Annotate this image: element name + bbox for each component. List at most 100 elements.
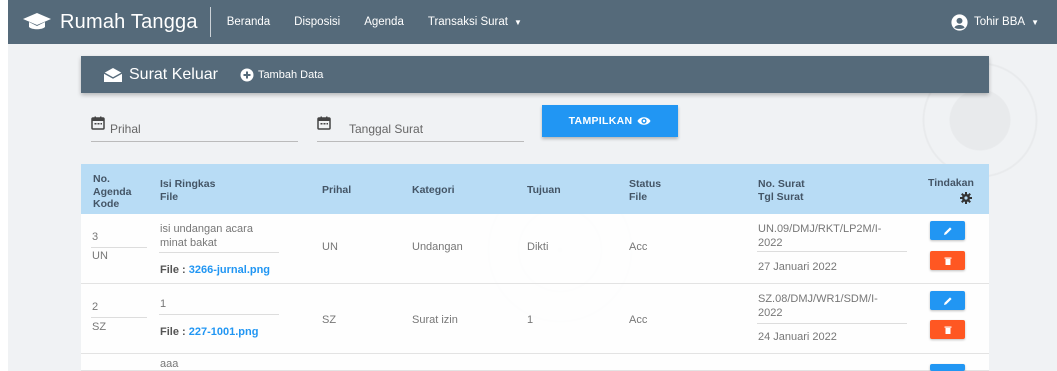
th-isi-ringkas: Isi Ringkas File <box>160 178 215 203</box>
cell-no-surat-line: 2022 <box>758 236 783 249</box>
user-name: Tohir BBA <box>973 16 1026 28</box>
cell-kategori: Surat izin <box>412 314 458 326</box>
cell-no-surat: SZ.08/DMJ/WR1/SDM/I- 2022 <box>758 293 878 320</box>
edit-button[interactable] <box>930 221 965 240</box>
nav-item-agenda[interactable]: Agenda <box>364 16 404 28</box>
nav-item-beranda[interactable]: Beranda <box>227 16 270 28</box>
top-navbar: Rumah Tangga Beranda Disposisi Agenda Tr… <box>8 0 1057 44</box>
cell-tujuan: 1 <box>527 314 534 326</box>
th-text: No. Surat <box>758 178 805 190</box>
file-info: File : 3266-jurnal.png <box>160 264 270 276</box>
th-prihal: Prihal <box>322 184 352 196</box>
cell-separator <box>91 247 147 248</box>
cell-isi: aaa <box>160 358 179 370</box>
th-no-agenda: No. Agenda Kode <box>93 173 132 211</box>
edit-button[interactable] <box>930 291 965 310</box>
pencil-icon <box>943 296 952 305</box>
cell-tgl-surat: 27 Januari 2022 <box>758 261 837 273</box>
cell-no: 3 <box>92 231 99 243</box>
file-label: File : <box>160 326 189 338</box>
cell-kode: SZ <box>92 321 107 333</box>
delete-button[interactable] <box>930 251 965 270</box>
cell-separator <box>757 323 907 324</box>
brand[interactable]: Rumah Tangga <box>8 0 198 44</box>
file-label: File : <box>160 264 189 276</box>
user-menu[interactable]: Tohir BBA ▼ <box>951 0 1039 44</box>
cell-kode: UN <box>92 250 108 262</box>
th-kategori: Kategori <box>412 184 455 196</box>
th-text: File <box>629 190 648 203</box>
nav-label: Disposisi <box>294 16 341 28</box>
cell-isi-line: isi undangan acara <box>160 223 253 235</box>
th-text: No. <box>93 173 110 185</box>
cell-no-surat: UN.09/DMJ/RKT/LP2M/I- 2022 <box>758 223 881 250</box>
caret-down-icon: ▼ <box>513 17 522 27</box>
prihal-placeholder: Prihal <box>110 122 141 136</box>
cell-separator <box>91 317 147 318</box>
cell-status: Acc <box>629 314 648 326</box>
plus-circle-icon <box>240 68 254 81</box>
table-row: 3 UN isi undangan acara minat bakat File… <box>81 214 989 284</box>
file-link[interactable]: 3266-jurnal.png <box>189 264 270 276</box>
panel-header: Surat Keluar Tambah Data <box>81 56 989 93</box>
th-status-file: Status File <box>629 178 661 203</box>
th-text: Kode <box>93 198 120 210</box>
th-text: File <box>160 190 179 203</box>
cell-no-surat-line: SZ.08/DMJ/WR1/SDM/I- <box>758 293 878 305</box>
th-text: Tgl Surat <box>758 190 804 203</box>
cell-isi: 1 <box>160 298 167 310</box>
cell-tgl-surat: 24 Januari 2022 <box>758 331 837 343</box>
cell-isi: isi undangan acara minat bakat <box>160 223 253 250</box>
trash-icon <box>944 257 951 265</box>
add-data-label: Tambah Data <box>257 68 324 81</box>
th-text: Isi Ringkas <box>160 178 216 190</box>
table-row: 2 SZ 1 File : 227-1001.png SZ Surat izin… <box>81 284 989 354</box>
cell-separator <box>159 314 279 315</box>
file-link[interactable]: 227-1001.png <box>189 326 259 338</box>
page-title: Surat Keluar <box>129 65 218 83</box>
th-tindakan: Tindakan <box>928 177 974 189</box>
table-header: No. Agenda Kode Isi Ringkas File Prihal … <box>81 164 989 214</box>
tanggal-surat-field[interactable]: Tanggal Surat <box>317 114 524 142</box>
pencil-icon <box>943 226 952 235</box>
th-no-surat: No. Surat Tgl Surat <box>758 178 805 203</box>
file-info: File : 227-1001.png <box>160 326 258 338</box>
cell-no-surat-line: 2022 <box>758 306 783 319</box>
cell-tujuan: Dikti <box>527 241 549 253</box>
eye-icon <box>637 117 651 125</box>
cell-separator <box>757 251 907 252</box>
cell-status: Acc <box>629 241 648 253</box>
add-data-button[interactable]: Tambah Data <box>240 68 323 82</box>
cell-isi-line: minat bakat <box>160 236 217 249</box>
th-text: Agenda <box>93 185 132 198</box>
nav-label: Transaksi Surat <box>427 16 508 28</box>
cell-no-surat-line: UN.09/DMJ/RKT/LP2M/I- <box>758 223 882 235</box>
left-strip <box>0 0 8 371</box>
nav-item-disposisi[interactable]: Disposisi <box>294 16 340 28</box>
tanggal-surat-placeholder: Tanggal Surat <box>349 122 424 136</box>
delete-button[interactable] <box>930 320 965 339</box>
gear-icon[interactable] <box>960 192 972 204</box>
trash-icon <box>944 326 951 334</box>
cell-kategori: Undangan <box>412 241 463 253</box>
cell-prihal: UN <box>322 241 338 253</box>
calendar-icon <box>317 116 331 130</box>
edit-button[interactable] <box>930 364 965 371</box>
cell-separator <box>159 252 279 253</box>
th-text: Status <box>629 178 662 190</box>
envelope-open-icon <box>103 67 123 82</box>
tampilkan-label: TAMPILKAN <box>568 115 633 127</box>
tampilkan-button[interactable]: TAMPILKAN <box>542 105 678 137</box>
nav-label: Agenda <box>364 16 404 28</box>
graduation-cap-icon <box>23 13 51 30</box>
nav-item-transaksi-surat[interactable]: Transaksi Surat ▼ <box>428 16 522 28</box>
nav-label: Beranda <box>226 16 271 28</box>
caret-down-icon: ▼ <box>1031 17 1039 27</box>
cell-prihal: SZ <box>322 314 337 326</box>
navbar-divider <box>209 7 211 37</box>
table-row: aaa <box>81 354 989 371</box>
calendar-icon <box>91 116 105 130</box>
prihal-field[interactable]: Prihal <box>91 114 298 142</box>
cell-no: 2 <box>92 301 99 313</box>
user-circle-icon <box>951 13 968 31</box>
